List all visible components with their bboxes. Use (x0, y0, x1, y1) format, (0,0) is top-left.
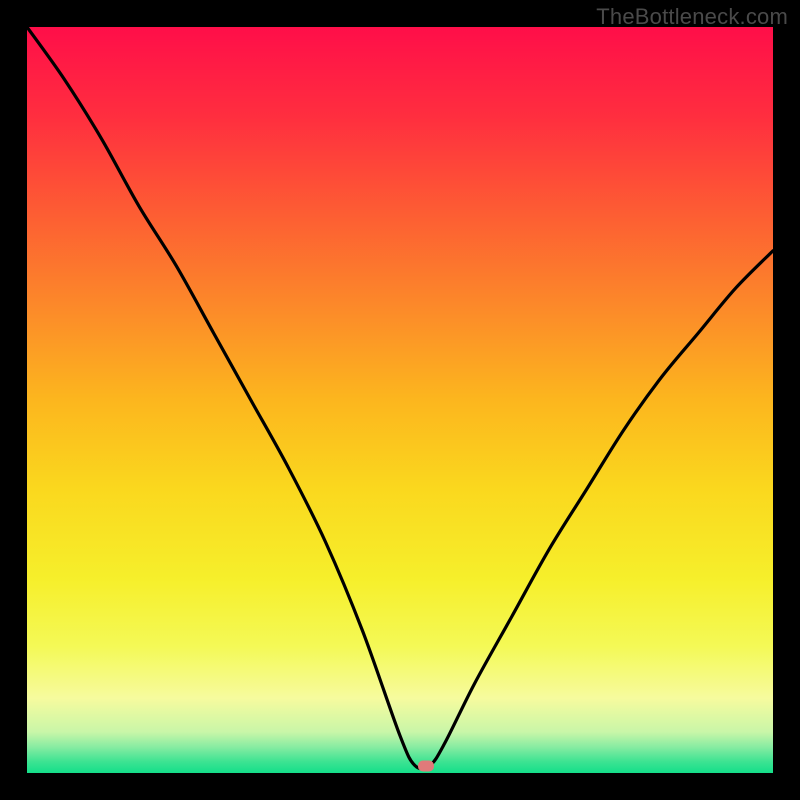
bottleneck-curve (27, 27, 773, 773)
watermark-text: TheBottleneck.com (596, 4, 788, 30)
chart-frame: TheBottleneck.com (0, 0, 800, 800)
plot-area (27, 27, 773, 773)
selection-marker (418, 760, 434, 771)
